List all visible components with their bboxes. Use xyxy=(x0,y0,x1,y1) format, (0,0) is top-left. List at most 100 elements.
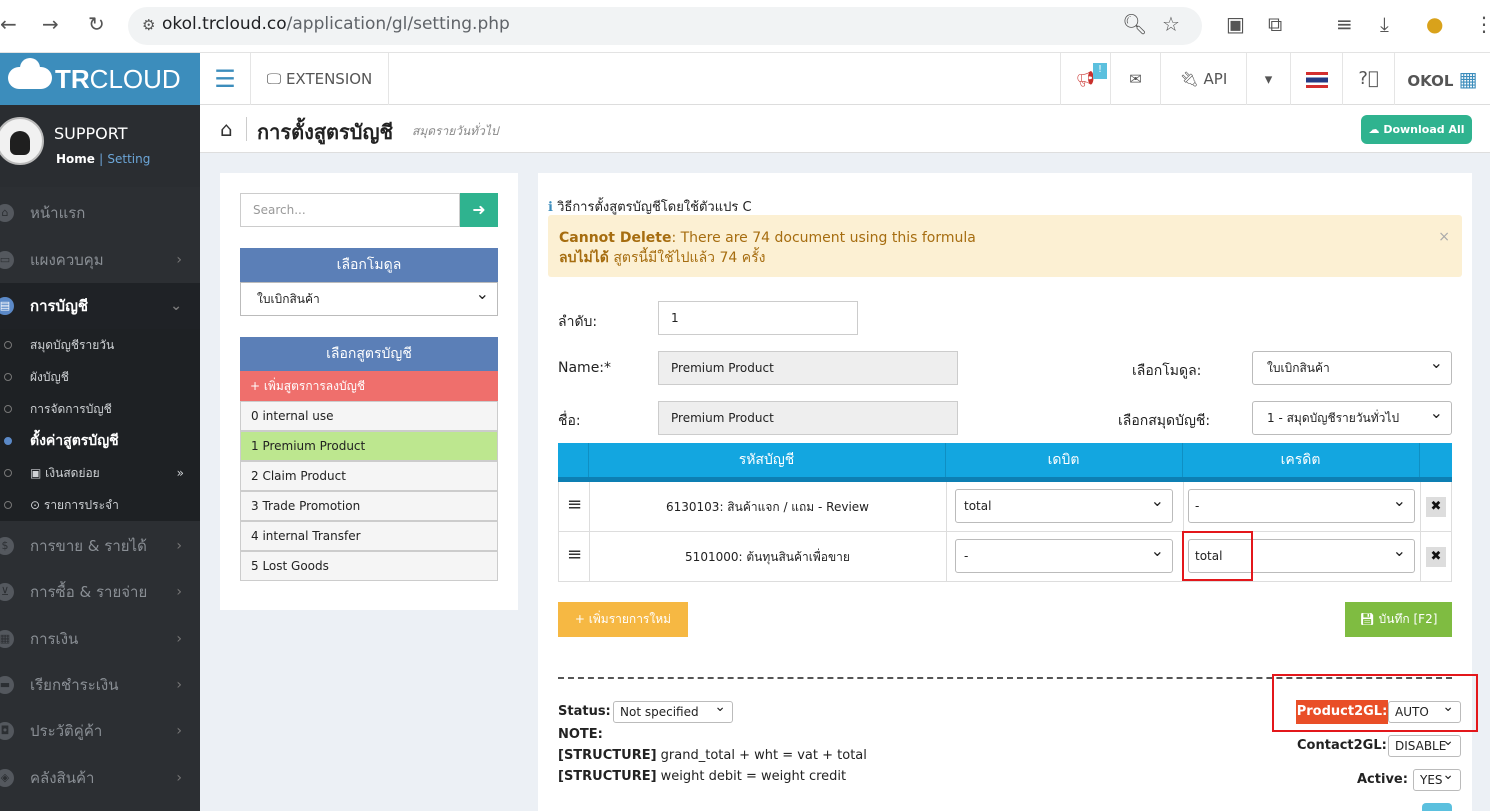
order-input[interactable]: 1 xyxy=(658,301,858,335)
top-navbar: ☰ 🖵︎ EXTENSION 📢︎! ✉ 🔌︎ API ▾ ?⃝ OKOL ▦ xyxy=(200,53,1490,105)
module-panel-header: เลือกโมดูล xyxy=(240,248,498,282)
active-select[interactable]: YES xyxy=(1413,765,1461,791)
status-label: Status: xyxy=(558,704,611,719)
arrow-right-icon: ➜ xyxy=(472,200,486,219)
hamburger-menu-icon[interactable]: ☰ xyxy=(200,53,250,105)
account-cell: 5101000: ต้นทุนสินค้าเพื่อขาย xyxy=(685,550,850,564)
info-link[interactable]: ℹ วิธีการตั้งสูตรบัญชีโดยใช้ตัวแปร C xyxy=(548,196,752,217)
language-flag-icon[interactable] xyxy=(1290,53,1342,105)
save-button[interactable]: 💾︎ บันทึก [F2] xyxy=(1345,602,1452,637)
url-text[interactable]: okol.trcloud.co/application/gl/setting.p… xyxy=(162,14,510,34)
structure-line-2: [STRUCTURE] weight debit = weight credit xyxy=(558,769,847,784)
bookmark-star-icon[interactable]: ☆ xyxy=(1162,10,1180,38)
download-all-button[interactable]: ☁ Download All xyxy=(1361,115,1472,144)
sidebar-item-accounting[interactable]: ▤ การบัญชี ⌄ xyxy=(0,283,200,329)
api-button[interactable]: 🔌︎ API xyxy=(1160,53,1246,105)
thai-name-input[interactable]: Premium Product xyxy=(658,401,958,435)
formula-item[interactable]: 4 internal Transfer xyxy=(240,521,498,551)
page-title: การตั้งสูตรบัญชี xyxy=(257,120,394,144)
sidebar-item-sales[interactable]: $ การขาย & รายได้ › xyxy=(0,523,200,569)
search-input[interactable]: Search... xyxy=(240,193,460,227)
sidebar-item-billing[interactable]: ▬ เรียกชำระเงิน › xyxy=(0,662,200,708)
help-icon[interactable]: ?⃝ xyxy=(1342,53,1394,105)
formula-item[interactable]: 5 Lost Goods xyxy=(240,551,498,581)
profile-avatar-icon[interactable]: ● xyxy=(1426,10,1443,38)
sidebar-subitem-formula-setting[interactable]: ตั้งค่าสูตรบัญชี xyxy=(0,425,200,457)
formula-item[interactable]: 2 Claim Product xyxy=(240,461,498,491)
sidebar-item-inventory[interactable]: ◈ คลังสินค้า › xyxy=(0,755,200,801)
formula-item[interactable]: 0 internal use xyxy=(240,401,498,431)
sidebar-item-purchase[interactable]: ⊻ การซื้อ & รายจ่าย › xyxy=(0,569,200,615)
zoom-icon[interactable]: 🔍︎ xyxy=(1122,10,1147,38)
announcement-button[interactable]: 📢︎! xyxy=(1060,53,1110,105)
browser-toolbar: ← → ↻ ⚙ okol.trcloud.co/application/gl/s… xyxy=(0,0,1490,53)
drag-handle-icon[interactable]: ≡ xyxy=(567,494,582,515)
site-info-icon[interactable]: ⚙ xyxy=(142,11,155,39)
module-dropdown[interactable]: ใบเบิกสินค้า xyxy=(1252,347,1452,385)
formula-item[interactable]: 3 Trade Promotion xyxy=(240,491,498,521)
desktop-icon: ▭ xyxy=(0,251,14,269)
add-row-button[interactable]: + เพิ่มรายการใหม่ xyxy=(558,602,688,637)
mail-icon[interactable]: ✉ xyxy=(1110,53,1160,105)
module-label: เลือกโมดูล: xyxy=(1132,363,1202,379)
sidebar-subitem-account-management[interactable]: การจัดการบัญชี xyxy=(0,393,200,425)
floppy-icon: 💾︎ xyxy=(1359,612,1379,626)
chevron-right-icon: › xyxy=(176,538,182,554)
sidebar-subitem-petty-cash[interactable]: ▣ เงินสดย่อย» xyxy=(0,457,200,489)
puzzle-icon[interactable]: ⧉ xyxy=(1268,10,1282,38)
status-select[interactable]: Not specified xyxy=(613,697,733,723)
sidebar-subitem-recurring[interactable]: ⊙ รายการประจำ xyxy=(0,489,200,521)
chevron-right-icon: › xyxy=(176,723,182,739)
page-header: ⌂ การตั้งสูตรบัญชี สมุดรายวันทั่วไป ☁ Do… xyxy=(200,105,1490,153)
formula-panel-header: เลือกสูตรบัญชี xyxy=(240,337,498,371)
setting-link[interactable]: Setting xyxy=(107,152,150,166)
home-icon[interactable]: ⌂ xyxy=(220,117,233,141)
home-icon: ⌂ xyxy=(0,204,14,222)
close-icon[interactable]: × xyxy=(1438,227,1450,247)
caret-down-icon[interactable]: ▾ xyxy=(1246,53,1290,105)
module-select[interactable]: ใบเบิกสินค้า xyxy=(240,278,498,316)
back-icon[interactable]: ← xyxy=(0,10,17,38)
credit-select[interactable]: - xyxy=(1188,485,1415,523)
brand-logo[interactable]: TRCLOUD xyxy=(0,53,200,105)
menu-dots-icon[interactable]: ⋮ xyxy=(1474,10,1490,38)
journal-book-dropdown[interactable]: 1 - สมุดบัญชีรายวันทั่วไป xyxy=(1252,397,1452,435)
cart-icon: ⊻ xyxy=(0,583,14,601)
table-row: ≡ 5101000: ต้นทุนสินค้าเพื่อขาย - total … xyxy=(558,532,1452,582)
sidebar-item-dashboard[interactable]: ▭ แผงควบคุม › xyxy=(0,237,200,283)
reload-icon[interactable]: ↻ xyxy=(88,10,105,38)
thai-name-label: ชื่อ: xyxy=(558,413,581,429)
sidebar-item-finance[interactable]: ▦ การเงิน › xyxy=(0,616,200,662)
name-label: Name:* xyxy=(558,360,612,376)
delete-row-icon[interactable]: ✖ xyxy=(1426,497,1446,517)
credit-card-icon: ▬ xyxy=(0,676,14,694)
debit-select[interactable]: - xyxy=(955,535,1173,573)
media-icon[interactable]: ≡ xyxy=(1336,10,1353,38)
contact2gl-select[interactable]: DISABLE xyxy=(1388,731,1461,757)
warning-alert: Cannot Delete: There are 74 document usi… xyxy=(548,215,1462,277)
drag-handle-icon[interactable]: ≡ xyxy=(567,544,582,565)
account-cell: 6130103: สินค้าแจก / แถม - Review xyxy=(666,500,869,514)
scroll-top-button[interactable] xyxy=(1422,803,1452,811)
download-icon[interactable]: ⤓ xyxy=(1380,10,1389,38)
name-input[interactable]: Premium Product xyxy=(658,351,958,385)
monitor-icon: 🖵︎ xyxy=(266,70,282,88)
add-formula-button[interactable]: + เพิ่มสูตรการลงบัญชี xyxy=(240,371,498,401)
sidebar-item-partners[interactable]: ◘ ประวัติคู่ค้า › xyxy=(0,708,200,754)
info-circle-icon: ℹ xyxy=(548,200,558,215)
home-link[interactable]: Home xyxy=(56,152,95,166)
extension-button[interactable]: 🖵︎ EXTENSION xyxy=(250,53,388,105)
sidebar-item-home[interactable]: ⌂ หน้าแรก xyxy=(0,190,200,236)
sidebar-subitem-chart-of-accounts[interactable]: ผังบัญชี xyxy=(0,361,200,393)
order-label: ลำดับ: xyxy=(558,314,598,330)
sidebar-subitem-journal[interactable]: สมุดบัญชีรายวัน xyxy=(0,329,200,361)
cloud-icon xyxy=(8,58,52,89)
formula-item-selected[interactable]: 1 Premium Product xyxy=(240,431,498,461)
user-menu[interactable]: OKOL ▦ xyxy=(1394,53,1490,105)
forward-icon[interactable]: → xyxy=(42,10,59,38)
calendar-icon: ▦ xyxy=(0,630,14,648)
debit-select[interactable]: total xyxy=(955,485,1173,523)
delete-row-icon[interactable]: ✖ xyxy=(1426,547,1446,567)
extension-line-icon[interactable]: ▣ xyxy=(1226,10,1245,38)
search-go-button[interactable]: ➜ xyxy=(460,193,498,227)
